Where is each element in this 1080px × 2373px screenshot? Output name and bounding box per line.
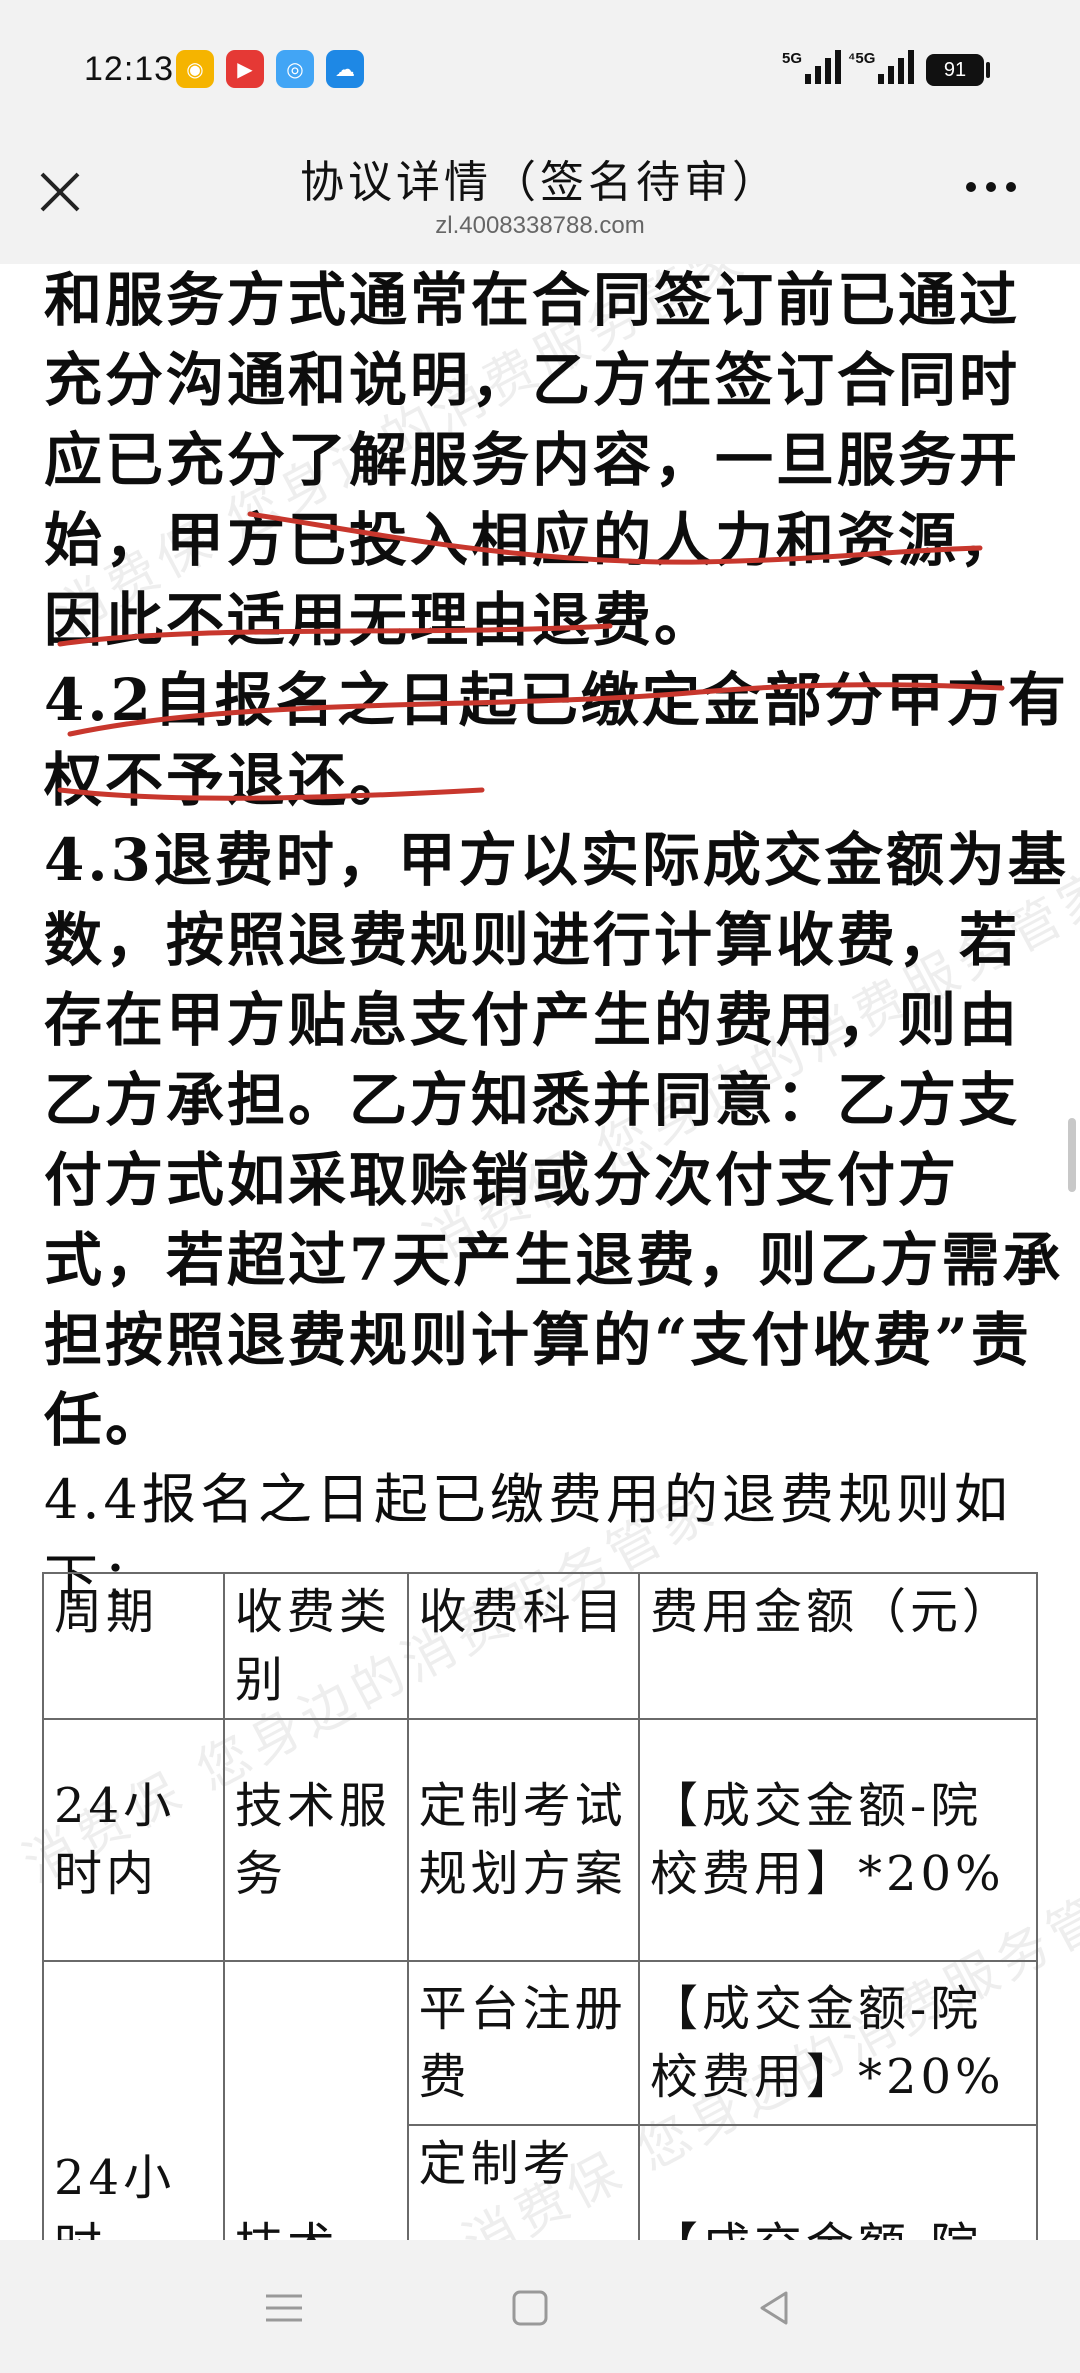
status-bar: 12:13 ◉ ▶ ◎ ☁ 5G ⁴5G 91 — [0, 0, 1080, 138]
text-line: 4.3退费时，甲方以实际成交金额为基 — [44, 826, 1069, 894]
text-line: 式，若超过7天产生退费，则乙方需承 — [44, 1226, 1064, 1294]
cell-period: 24小时内 — [42, 1718, 225, 1962]
title-bar: 协议详情（签名待审） zl.4008338788.com — [0, 138, 1080, 264]
battery-tip — [986, 62, 990, 78]
notification-icons: ◉ ▶ ◎ ☁ — [176, 50, 364, 88]
header-amount: 费用金额（元） — [637, 1572, 1039, 1720]
page-url: zl.4008338788.com — [435, 212, 645, 239]
cell-item: 定制考 — [406, 2124, 640, 2240]
clock: 12:13 — [84, 50, 175, 88]
battery-icon: 91 — [926, 54, 984, 86]
menu-button[interactable] — [254, 2278, 314, 2338]
home-button[interactable] — [500, 2278, 560, 2338]
header-category: 收费类别 — [222, 1572, 409, 1720]
cell-category: 技术服务 — [222, 1718, 409, 1962]
text-line: 数，按照退费规则进行计算收费，若 — [44, 906, 1021, 974]
text-line: 乙方承担。乙方知悉并同意：乙方支 — [44, 1066, 1021, 1134]
refund-fee-table: 周期 收费类别 收费科目 费用金额（元） 24小时内 技术服务 定制考试规划方案… — [42, 1572, 1039, 2240]
header-period: 周期 — [42, 1572, 225, 1720]
page-title: 协议详情（签名待审） — [300, 157, 780, 208]
text-line: 任。 — [44, 1386, 167, 1454]
text-line: 因此不适用无理由退费。 — [44, 586, 716, 654]
menu-icon — [266, 2294, 302, 2322]
clause-4-2: 4.2自报名之日起已缴定金部分甲方有 权不予退还。 — [44, 660, 1069, 820]
header-item: 收费科目 — [406, 1572, 640, 1720]
cell-amount: 【成交金额-院校费用】*20% — [637, 1960, 1039, 2126]
cell-period: 24小时 — [42, 1960, 225, 2240]
text-line: 4.2自报名之日起已缴定金部分甲方有 — [44, 666, 1069, 734]
cell-amount: 【成交金额-院 — [637, 2124, 1039, 2240]
text-line: 和服务方式通常在合同签订前已通过 — [44, 266, 1021, 334]
more-icon[interactable] — [966, 182, 1024, 202]
text-line: 权不予退还。 — [44, 746, 411, 814]
home-icon — [512, 2290, 548, 2326]
cloud-icon: ☁ — [326, 50, 364, 88]
text-line: 应已充分了解服务内容，一旦服务开 — [44, 426, 1021, 494]
text-line: 充分沟通和说明，乙方在签订合同时 — [44, 346, 1021, 414]
text-line: 担按照退费规则计算的“支付收费”责 — [44, 1306, 1032, 1374]
weibo-icon: ◉ — [176, 50, 214, 88]
back-button[interactable] — [744, 2278, 804, 2338]
agreement-content[interactable]: 消费保 您身边的消费服务管家 消费保 您身边的消费服务管家 消费保 您身边的消费… — [0, 264, 1080, 2240]
clause-paragraph-1: 和服务方式通常在合同签订前已通过 充分沟通和说明，乙方在签订合同时 应已充分了解… — [44, 264, 1044, 660]
system-navigation-bar — [0, 2240, 1080, 2373]
cell-item: 定制考试规划方案 — [406, 1718, 640, 1962]
text-line: 付方式如采取赊销或分次付支付方 — [44, 1146, 960, 1214]
text-line: 存在甲方贴息支付产生的费用，则由 — [44, 986, 1021, 1054]
cell-amount: 【成交金额-院校费用】*20% — [637, 1718, 1039, 1962]
signal-strength-icon: 5G — [782, 50, 845, 84]
table-row: 24小时 技术 平台注册费 【成交金额-院校费用】*20% — [42, 1960, 1039, 2240]
baidu-icon: ◎ — [276, 50, 314, 88]
text-line: 4.4报名之日起已缴费用的退费规则如 — [44, 1468, 1012, 1531]
cell-category: 技术 — [222, 1960, 409, 2240]
table-row: 24小时内 技术服务 定制考试规划方案 【成交金额-院校费用】*20% — [42, 1718, 1039, 1962]
cell-item: 平台注册费 — [406, 1960, 640, 2126]
video-icon: ▶ — [226, 50, 264, 88]
table-header-row: 周期 收费类别 收费科目 费用金额（元） — [42, 1572, 1039, 1720]
back-icon — [760, 2291, 788, 2325]
signal-strength-2-icon: ⁴5G — [848, 50, 918, 84]
clause-4-3: 4.3退费时，甲方以实际成交金额为基 数，按照退费规则进行计算收费，若 存在甲方… — [44, 820, 1069, 1460]
scrollbar-thumb[interactable] — [1068, 1118, 1076, 1192]
text-line: 始，甲方已投入相应的人力和资源， — [44, 506, 1021, 574]
